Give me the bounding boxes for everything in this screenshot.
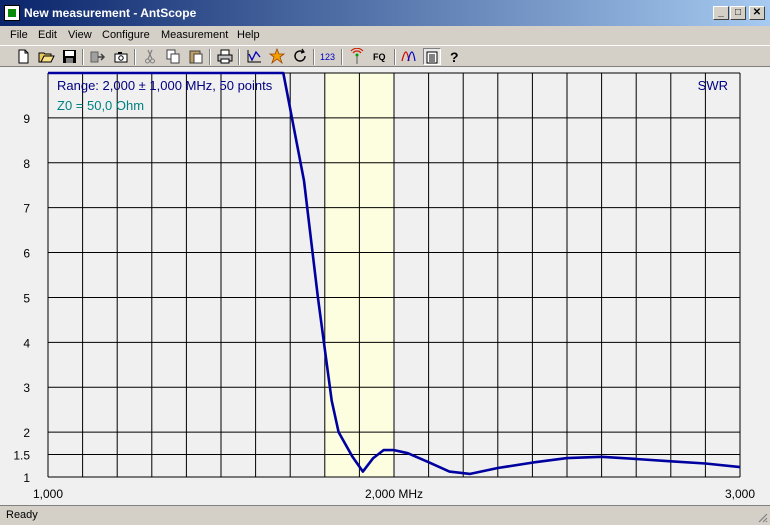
save-button[interactable] — [60, 48, 78, 65]
toolbar-separator — [341, 49, 343, 65]
save-icon — [63, 50, 76, 63]
paste-icon — [189, 50, 203, 64]
snapshot-button[interactable] — [112, 48, 130, 65]
toolbar-separator — [238, 49, 240, 65]
export-button[interactable] — [89, 48, 107, 65]
menu-view[interactable]: View — [66, 28, 94, 42]
toolbar-separator — [134, 49, 136, 65]
refresh-icon — [294, 48, 306, 62]
menu-file[interactable]: File — [8, 28, 30, 42]
maximize-button[interactable]: □ — [730, 6, 746, 20]
open-folder-icon — [38, 52, 55, 63]
y-tick-label: 3 — [23, 381, 30, 395]
resize-grip-icon[interactable] — [756, 511, 768, 523]
y-tick-label: 1 — [23, 471, 30, 485]
paste-button[interactable] — [187, 48, 205, 65]
y-tick-label: 4 — [23, 336, 30, 350]
range-label: Range: 2,000 ± 1,000 MHz, 50 points — [57, 78, 273, 93]
curves-button[interactable] — [400, 48, 418, 65]
series-label: SWR — [698, 78, 728, 93]
close-button[interactable]: ✕ — [749, 6, 765, 20]
y-tick-label: 1.5 — [13, 449, 30, 463]
menu-help[interactable]: Help — [235, 28, 262, 42]
digits-button[interactable]: 123 — [319, 48, 337, 65]
z0-label: Z0 = 50,0 Ohm — [57, 98, 144, 113]
antenna-button[interactable] — [348, 48, 366, 65]
star-icon — [268, 48, 286, 65]
list-button[interactable] — [423, 48, 441, 65]
curves-icon — [401, 51, 416, 62]
minimize-button[interactable]: _ — [713, 6, 729, 20]
chart-button[interactable] — [245, 48, 263, 65]
digits-icon: 123 — [320, 52, 335, 62]
fq-button[interactable]: FQ — [371, 48, 389, 65]
status-bar: Ready — [0, 505, 770, 525]
swr-chart[interactable]: 1 1.5 2 3 4 5 6 7 8 9 1,000 2,000 MHz 3,000 Range: 2,… — [0, 67, 770, 505]
antenna-icon — [350, 48, 364, 64]
refresh-button[interactable] — [291, 48, 309, 65]
toolbar-separator — [209, 49, 211, 65]
window-title: New measurement - AntScope — [24, 6, 197, 20]
toolbar: 123 FQ ? — [0, 45, 770, 67]
toolbar-separator — [394, 49, 396, 65]
svg-text:123: 123 — [320, 52, 335, 62]
export-icon — [90, 51, 106, 63]
cut-icon — [145, 49, 155, 64]
y-tick-label: 7 — [23, 202, 30, 216]
copy-button[interactable] — [164, 48, 182, 65]
menu-edit[interactable]: Edit — [36, 28, 59, 42]
cut-button[interactable] — [141, 48, 159, 65]
y-tick-label: 9 — [23, 112, 30, 126]
title-bar: New measurement - AntScope _ □ ✕ — [0, 0, 770, 26]
y-tick-label: 6 — [23, 247, 30, 261]
app-icon — [4, 5, 20, 21]
camera-icon — [114, 52, 128, 63]
toolbar-separator — [313, 49, 315, 65]
chart-icon — [247, 50, 261, 63]
print-button[interactable] — [216, 48, 234, 65]
open-button[interactable] — [37, 48, 55, 65]
y-tick-label: 5 — [23, 291, 30, 305]
help-button[interactable]: ? — [446, 48, 464, 65]
menu-measurement[interactable]: Measurement — [159, 28, 230, 42]
copy-icon — [166, 49, 180, 64]
menu-configure[interactable]: Configure — [100, 28, 152, 42]
fq-icon: FQ — [373, 52, 386, 62]
list-icon — [426, 51, 438, 64]
menu-bar: File Edit View Configure Measurement Hel… — [0, 26, 770, 45]
svg-text:FQ: FQ — [373, 52, 386, 62]
y-tick-label: 2 — [23, 426, 30, 440]
svg-text:?: ? — [450, 49, 459, 65]
star-button[interactable] — [268, 48, 286, 65]
y-tick-label: 8 — [23, 157, 30, 171]
x-tick-label: 1,000 — [33, 487, 63, 501]
status-text: Ready — [6, 509, 38, 521]
toolbar-separator — [82, 49, 84, 65]
help-icon: ? — [450, 49, 459, 65]
new-file-icon — [18, 49, 29, 64]
x-tick-label: 3,000 — [725, 487, 755, 501]
chart-canvas: 1 1.5 2 3 4 5 6 7 8 9 1,000 2,000 MHz 3,000 Range: 2,… — [13, 71, 755, 501]
x-tick-label: 2,000 MHz — [365, 487, 423, 501]
new-file-button[interactable] — [14, 48, 32, 65]
print-icon — [217, 49, 233, 64]
